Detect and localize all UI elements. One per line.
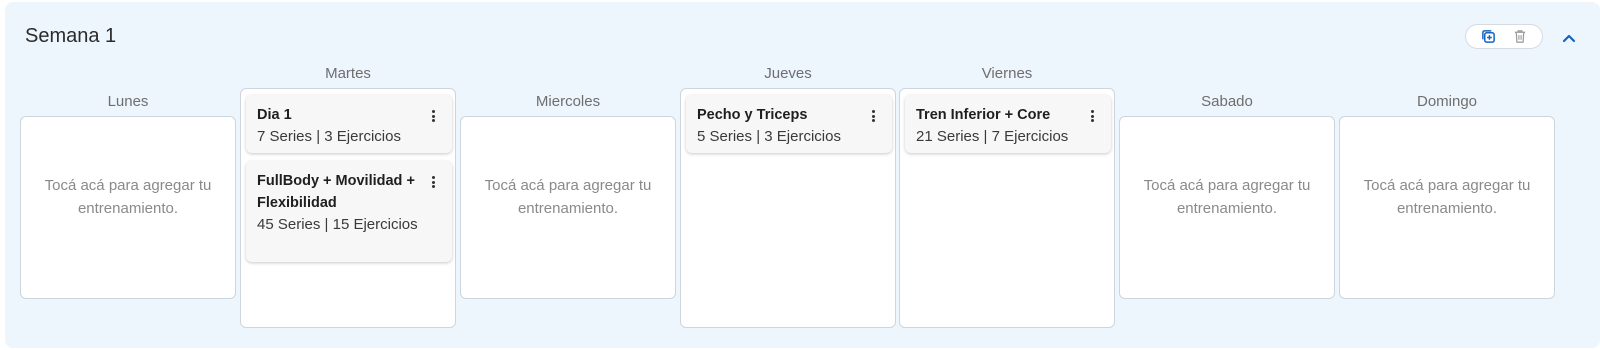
workout-title: Pecho y Triceps (697, 107, 808, 123)
day-drop-area[interactable]: Tocá acá para agregar tu entrenamiento. (1119, 116, 1335, 299)
delete-week-button[interactable] (1512, 29, 1528, 45)
trash-icon (1514, 30, 1526, 43)
workout-meta: 5 Series | 3 Ejercicios (697, 128, 841, 145)
workout-title: Tren Inferior + Core (916, 107, 1051, 123)
day-label: Miercoles (535, 93, 601, 110)
workout-card[interactable]: Tren Inferior + Core 21 Series | 7 Ejerc… (905, 95, 1111, 153)
day-label: Domingo (1416, 93, 1478, 110)
day-label: Lunes (107, 93, 149, 110)
empty-day-hint: Tocá acá para agregar tu entrenamiento. (1363, 177, 1531, 217)
workout-title: Dia 1 (257, 107, 292, 123)
chevron-up-icon (1562, 34, 1576, 43)
copy-plus-icon (1481, 30, 1495, 43)
week-title: Semana 1 (25, 25, 117, 47)
day-label: Jueves (764, 65, 812, 82)
more-vert-icon[interactable] (868, 108, 878, 124)
workout-card[interactable]: Dia 1 7 Series | 3 Ejercicios (246, 95, 452, 153)
day-label: Martes (325, 65, 371, 82)
day-drop-area[interactable]: Tren Inferior + Core 21 Series | 7 Ejerc… (899, 88, 1115, 328)
day-drop-area[interactable]: Tocá acá para agregar tu entrenamiento. (1339, 116, 1555, 299)
workout-meta: 7 Series | 3 Ejercicios (257, 128, 401, 145)
workout-meta: 21 Series | 7 Ejercicios (916, 128, 1069, 145)
empty-day-hint: Tocá acá para agregar tu entrenamiento. (44, 177, 212, 217)
workout-title: FullBody + Movilidad + Flexibilidad (257, 173, 415, 211)
workout-meta: 45 Series | 15 Ejercicios (257, 216, 418, 233)
week-actions (1465, 24, 1543, 49)
workout-card[interactable]: Pecho y Triceps 5 Series | 3 Ejercicios (686, 95, 892, 153)
more-vert-icon[interactable] (428, 108, 438, 124)
day-label: Viernes (981, 65, 1033, 82)
more-vert-icon[interactable] (1087, 108, 1097, 124)
collapse-week-button[interactable] (1559, 28, 1579, 48)
empty-day-hint: Tocá acá para agregar tu entrenamiento. (484, 177, 652, 217)
duplicate-week-button[interactable] (1480, 29, 1496, 45)
day-drop-area[interactable]: Pecho y Triceps 5 Series | 3 Ejercicios (680, 88, 896, 328)
day-drop-area[interactable]: Tocá acá para agregar tu entrenamiento. (460, 116, 676, 299)
day-drop-area[interactable]: Tocá acá para agregar tu entrenamiento. (20, 116, 236, 299)
empty-day-hint: Tocá acá para agregar tu entrenamiento. (1143, 177, 1311, 217)
more-vert-icon[interactable] (428, 174, 438, 190)
day-label: Sabado (1201, 93, 1253, 110)
day-drop-area[interactable]: Dia 1 7 Series | 3 Ejercicios FullBody +… (240, 88, 456, 328)
workout-card[interactable]: FullBody + Movilidad + Flexibilidad 45 S… (246, 161, 452, 262)
